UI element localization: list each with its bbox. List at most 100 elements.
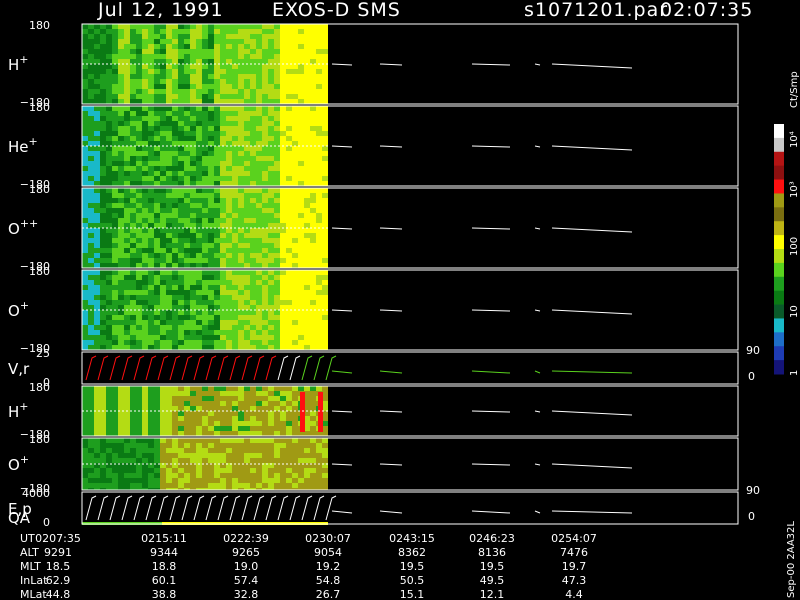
heatmap-cell (298, 74, 304, 79)
heatmap-cell (298, 285, 304, 290)
heatmap-cell (220, 141, 226, 146)
heatmap-cell (124, 396, 130, 401)
heatmap-cell (82, 106, 88, 111)
heatmap-cell (106, 116, 112, 121)
heatmap-cell (220, 136, 226, 141)
heatmap-cell (202, 99, 208, 104)
heatmap-cell (220, 285, 226, 290)
heatmap-cell (118, 325, 124, 330)
heatmap-cell (88, 275, 94, 280)
heatmap-cell (112, 458, 118, 463)
heatmap-cell (268, 386, 274, 391)
heatmap-cell (172, 146, 178, 151)
heatmap-cell (220, 453, 226, 458)
heatmap-cell (304, 24, 310, 29)
heatmap-cell (292, 320, 298, 325)
heatmap-cell (214, 49, 220, 54)
heatmap-cell (88, 483, 94, 488)
heatmap-cell (262, 69, 268, 74)
heatmap-cell (298, 146, 304, 151)
heatmap-cell (100, 386, 106, 391)
heatmap-cell (286, 126, 292, 131)
heatmap-cell (196, 473, 202, 478)
heatmap-cell (298, 248, 304, 253)
heatmap-cell (154, 391, 160, 396)
heatmap-cell (112, 396, 118, 401)
heatmap-cell (184, 94, 190, 99)
heatmap-cell (316, 59, 322, 64)
heatmap-cell (238, 106, 244, 111)
trace-segment (379, 145, 403, 148)
heatmap-cell (322, 39, 328, 44)
heatmap-cell (124, 156, 130, 161)
heatmap-cell (262, 166, 268, 171)
heatmap-cell (316, 176, 322, 181)
heatmap-cell (88, 208, 94, 213)
heatmap-cell (214, 431, 220, 436)
heatmap-cell (208, 238, 214, 243)
heatmap-cell (262, 426, 268, 431)
heatmap-cell (172, 305, 178, 310)
heatmap-cell (136, 345, 142, 350)
heatmap-cell (214, 443, 220, 448)
heatmap-cell (100, 401, 106, 406)
heatmap-cell (94, 223, 100, 228)
heatmap-cell (244, 453, 250, 458)
heatmap-cell (214, 74, 220, 79)
heatmap-cell (238, 431, 244, 436)
heatmap-cell (322, 198, 328, 203)
heatmap-cell (316, 141, 322, 146)
heatmap-cell (178, 69, 184, 74)
heatmap-cell (142, 24, 148, 29)
heatmap-cell (100, 263, 106, 268)
colorbar: 10⁴10³100101Ct/Smp (774, 71, 800, 376)
heatmap-cell (190, 275, 196, 280)
heatmap-cell (82, 335, 88, 340)
heatmap-cell (88, 218, 94, 223)
heatmap-cell (148, 29, 154, 34)
heatmap-cell (280, 458, 286, 463)
heatmap-cell (94, 131, 100, 136)
heatmap-cell (172, 295, 178, 300)
heatmap-cell (88, 233, 94, 238)
heatmap-cell (310, 228, 316, 233)
heatmap-cell (196, 438, 202, 443)
heatmap-cell (292, 171, 298, 176)
heatmap-cell (274, 131, 280, 136)
heatmap-cell (130, 315, 136, 320)
heatmap-cell (106, 238, 112, 243)
heatmap-cell (112, 146, 118, 151)
heatmap-cell (298, 228, 304, 233)
heatmap-cell (292, 131, 298, 136)
heatmap-cell (178, 188, 184, 193)
heatmap-cell (136, 24, 142, 29)
heatmap-cell (112, 305, 118, 310)
heatmap-cell (106, 131, 112, 136)
heatmap-cell (124, 99, 130, 104)
trace-segment (379, 63, 403, 66)
heatmap-cell (196, 29, 202, 34)
heatmap-cell (124, 263, 130, 268)
heatmap-cell (262, 106, 268, 111)
heatmap-cell (196, 315, 202, 320)
heatmap-cell (202, 270, 208, 275)
heatmap-cell (172, 156, 178, 161)
heatmap-cell (232, 280, 238, 285)
heatmap-cell (190, 280, 196, 285)
heatmap-cell (124, 89, 130, 94)
heatmap-cell (136, 208, 142, 213)
heatmap-cell (310, 34, 316, 39)
heatmap-cell (202, 290, 208, 295)
heatmap-cell (154, 69, 160, 74)
heatmap-cell (268, 141, 274, 146)
heatmap-cell (304, 151, 310, 156)
heatmap-cell (82, 421, 88, 426)
heatmap-cell (112, 295, 118, 300)
heatmap-cell (148, 280, 154, 285)
heatmap-cell (262, 79, 268, 84)
heatmap-cell (136, 238, 142, 243)
heatmap-cell (100, 305, 106, 310)
heatmap-cell (316, 146, 322, 151)
heatmap-cell (136, 340, 142, 345)
heatmap-cell (256, 24, 262, 29)
